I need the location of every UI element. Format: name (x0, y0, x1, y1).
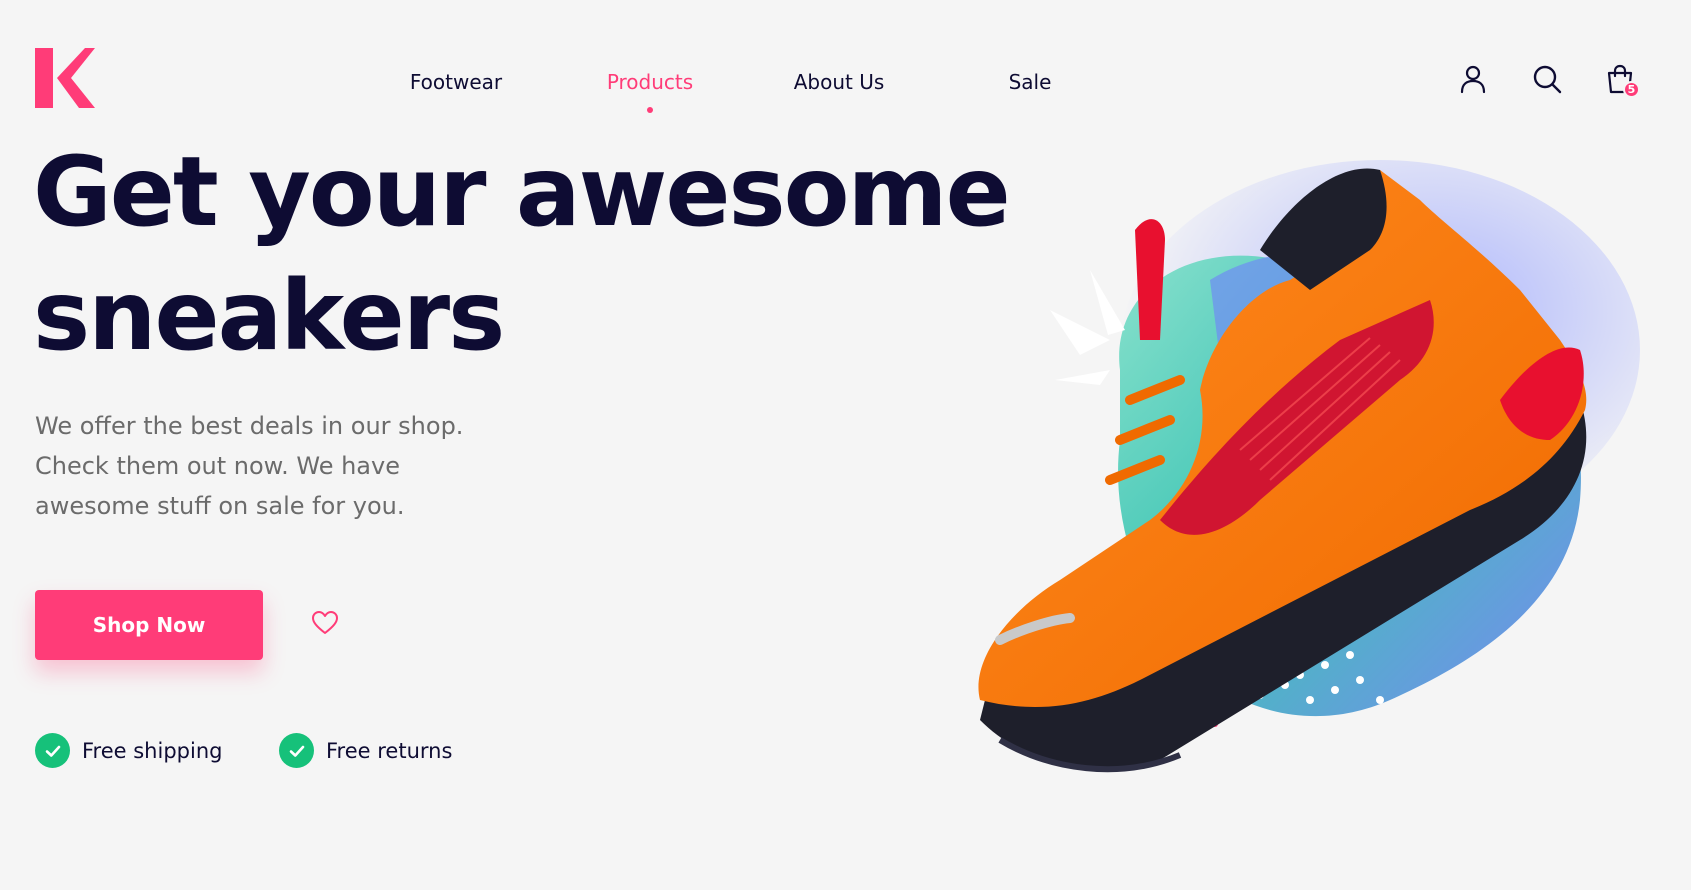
nav-item-label: About Us (793, 70, 885, 94)
nav-item-products[interactable]: Products (607, 70, 693, 113)
heart-icon (312, 611, 338, 634)
subtext-line-2: Check them out now. We have (35, 452, 400, 480)
account-button[interactable] (1457, 63, 1489, 95)
check-circle-icon (279, 733, 314, 768)
nav-item-about-us[interactable]: About Us (794, 70, 885, 94)
nav-item-label: Products (606, 70, 694, 94)
cart-count-badge: 5 (1623, 81, 1640, 98)
nav-item-sale[interactable]: Sale (1009, 70, 1052, 94)
nav-item-label: Footwear (409, 70, 503, 94)
search-icon (1533, 65, 1562, 94)
subtext-line-1: We offer the best deals in our shop. (35, 412, 464, 440)
hero-headline: Get your awesome sneakers (33, 130, 1033, 378)
perk-free-returns: Free returns (279, 733, 452, 768)
perk-free-shipping: Free shipping (35, 733, 222, 768)
headline-line-2: sneakers (33, 260, 505, 372)
nav-item-footwear[interactable]: Footwear (410, 70, 502, 94)
search-button[interactable] (1531, 63, 1563, 95)
hero-subtext: We offer the best deals in our shop. Che… (35, 406, 505, 526)
user-icon (1460, 65, 1486, 94)
cart-button[interactable]: 5 (1604, 63, 1640, 98)
nav-item-label: Sale (1008, 70, 1052, 94)
check-circle-icon (35, 733, 70, 768)
nav-active-dot (646, 107, 653, 113)
hero-sneaker-image (978, 160, 1640, 773)
headline-line-1: Get your awesome (33, 136, 1011, 248)
perk-label: Free shipping (82, 738, 223, 763)
shop-now-button[interactable]: Shop Now (35, 590, 263, 660)
perk-label: Free returns (326, 738, 453, 763)
subtext-line-3: awesome stuff on sale for you. (35, 492, 405, 520)
wishlist-button[interactable] (310, 608, 340, 638)
main-nav: Footwear Products About Us Sale (0, 70, 1691, 113)
